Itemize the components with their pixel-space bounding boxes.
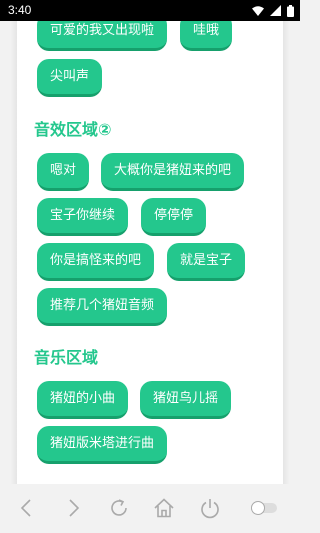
sound-button-10[interactable]: 推荐几个猪妞音频 [37,288,168,326]
sound-button-7[interactable]: 停停停 [141,198,207,236]
wifi-icon [252,5,264,16]
card-shadow-right [283,21,290,484]
bottom-nav-bar [0,484,300,533]
sound-button-4[interactable]: 嗯对 [37,153,90,191]
signal-icon [270,5,281,16]
battery-icon [287,4,294,17]
section-title-sfx: 音效区域② [34,120,112,139]
sound-button-11[interactable]: 猪妞的小曲 [37,381,129,419]
forward-icon[interactable] [61,496,85,520]
back-icon[interactable] [15,496,39,520]
sound-button-8[interactable]: 你是搞怪来的吧 [37,243,155,281]
toggle-switch[interactable] [250,496,278,520]
sound-button-3[interactable]: 尖叫声 [37,59,103,97]
sound-button-12[interactable]: 猪妞鸟儿摇 [140,381,232,419]
section-title-music: 音乐区域 [34,348,99,367]
sound-button-2[interactable]: 哇哦 [180,21,233,51]
sound-button-9[interactable]: 就是宝子 [167,243,246,281]
status-time: 3:40 [8,3,32,17]
sound-button-13[interactable]: 猪妞版米塔进行曲 [37,426,168,464]
sound-board-card[interactable]: 可爱的我又出现啦 哇哦 尖叫声 音效区域② 嗯对 大概你是猪妞来的吧 宝子你继续… [17,21,283,484]
refresh-icon[interactable] [107,496,131,520]
status-bar: 3:40 [0,0,300,21]
status-icons [252,4,294,17]
home-icon[interactable] [152,496,176,520]
card-shadow-left [10,21,17,484]
power-icon[interactable] [198,496,222,520]
sound-button-6[interactable]: 宝子你继续 [37,198,129,236]
sound-button-5[interactable]: 大概你是猪妞来的吧 [101,153,245,191]
sound-button-1[interactable]: 可爱的我又出现啦 [37,21,168,51]
